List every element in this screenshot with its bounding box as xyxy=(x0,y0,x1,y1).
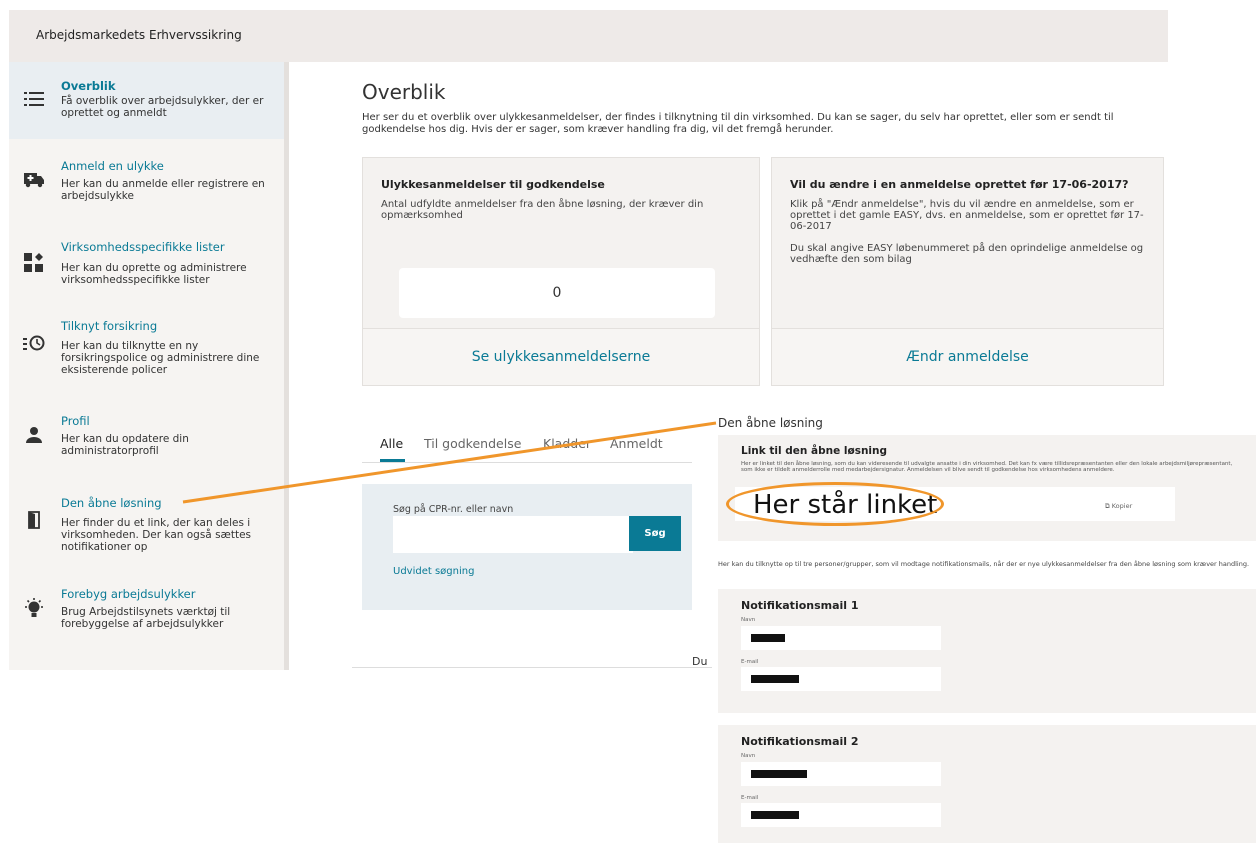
redacted-value xyxy=(751,675,799,683)
email-field[interactable] xyxy=(741,667,941,691)
callout-connector-line xyxy=(182,421,717,504)
email-label: E-mail xyxy=(741,659,759,665)
notification-title: Notifikationsmail 1 xyxy=(741,599,859,612)
name-field[interactable] xyxy=(741,626,941,650)
email-field[interactable] xyxy=(741,803,941,827)
name-label: Navn xyxy=(741,753,756,759)
redacted-value xyxy=(751,811,799,819)
redacted-value xyxy=(751,634,785,642)
link-panel-title: Link til den åbne løsning xyxy=(741,445,888,457)
copy-label: Kopier xyxy=(1111,502,1133,510)
copy-button[interactable]: ⧉ Kopier xyxy=(1105,502,1132,511)
link-panel-desc: Her er linket til den åbne løsning, som … xyxy=(741,461,1233,473)
name-label: Navn xyxy=(741,617,756,623)
notification-title: Notifikationsmail 2 xyxy=(741,735,859,748)
email-label: E-mail xyxy=(741,795,759,801)
overlay-title: Den åbne løsning xyxy=(718,416,823,430)
highlight-ellipse xyxy=(726,482,944,526)
name-field[interactable] xyxy=(741,762,941,786)
notification-panel-1: Notifikationsmail 1 Navn E-mail xyxy=(718,589,1256,713)
notification-panel-2: Notifikationsmail 2 Navn E-mail xyxy=(718,725,1256,843)
redacted-value xyxy=(751,770,807,778)
notification-intro: Her kan du tilknytte op til tre personer… xyxy=(718,560,1250,568)
